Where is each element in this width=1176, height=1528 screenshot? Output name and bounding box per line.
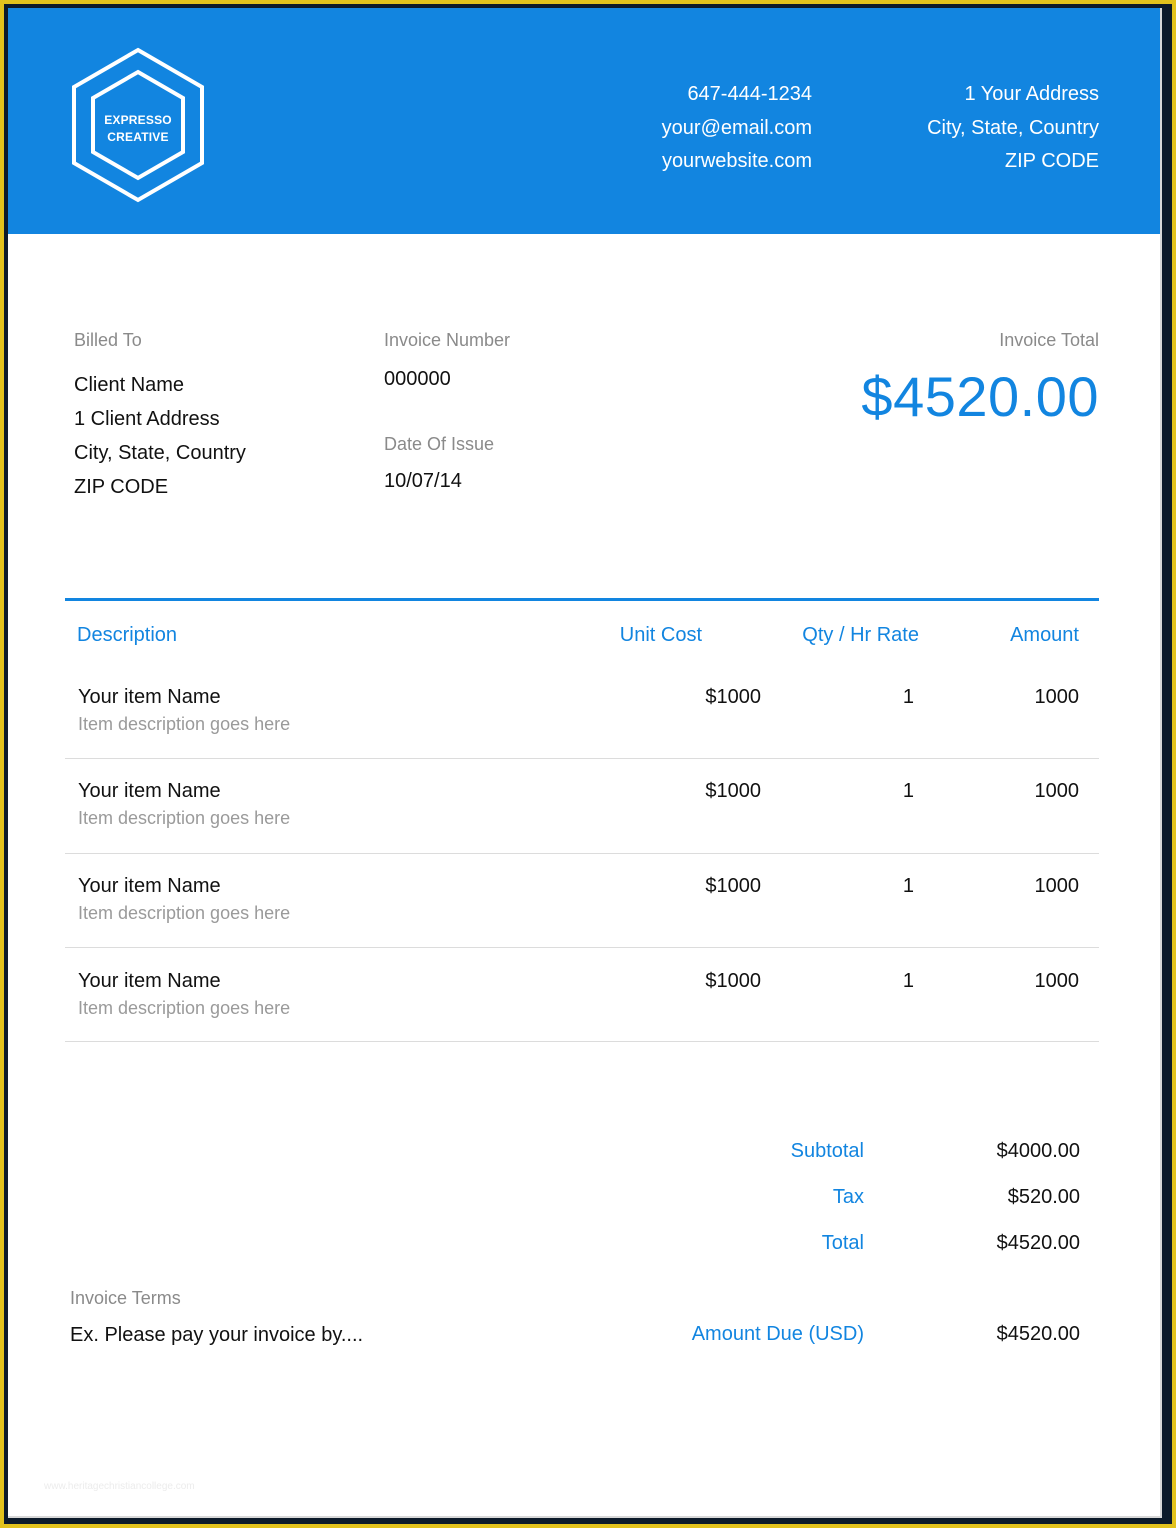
address-line2: City, State, Country (927, 116, 1099, 139)
table-row: Your item Name Item description goes her… (65, 970, 1099, 1064)
date-of-issue-label: Date Of Issue (384, 434, 495, 454)
invoice-total-label: Invoice Total (999, 330, 1099, 350)
subtotal-value: $4000.00 (996, 1140, 1080, 1162)
item-qty: 1 (902, 686, 914, 708)
invoice-header: EXPRESSO CREATIVE 647-444-1234 your@emai… (8, 8, 1160, 234)
item-name: Your item Name (78, 686, 221, 708)
invoice-number-label: Invoice Number (384, 330, 511, 350)
item-qty: 1 (902, 780, 914, 802)
date-of-issue-value: 10/07/14 (384, 470, 462, 492)
page-frame: EXPRESSO CREATIVE 647-444-1234 your@emai… (0, 0, 1176, 1528)
tax-label: Tax (832, 1186, 864, 1208)
contact-phone: 647-444-1234 (687, 83, 812, 105)
company-address: 1 Your Address City, State, Country ZIP … (927, 78, 1099, 179)
item-unit-cost: $1000 (705, 686, 761, 708)
logo-text-line1: EXPRESSO (104, 113, 172, 127)
client-zip: ZIP CODE (74, 476, 169, 498)
header-description: Description (77, 624, 178, 646)
item-qty: 1 (902, 875, 914, 897)
item-name: Your item Name (78, 875, 221, 897)
company-logo: EXPRESSO CREATIVE (68, 46, 208, 204)
item-unit-cost: $1000 (705, 875, 761, 897)
item-description: Item description goes here (78, 714, 291, 734)
invoice-page: EXPRESSO CREATIVE 647-444-1234 your@emai… (8, 8, 1162, 1518)
subtotal-label: Subtotal (790, 1140, 864, 1162)
invoice-terms-label: Invoice Terms (70, 1288, 181, 1308)
item-unit-cost: $1000 (705, 970, 761, 992)
header-unit-cost: Unit Cost (619, 624, 702, 646)
item-name: Your item Name (78, 780, 221, 802)
item-description: Item description goes here (78, 998, 291, 1018)
tax-value: $520.00 (1007, 1186, 1080, 1208)
item-unit-cost: $1000 (705, 780, 761, 802)
row-divider (65, 1041, 1099, 1042)
amount-due-value: $4520.00 (996, 1323, 1080, 1345)
total-label: Total (821, 1232, 864, 1254)
item-amount: 1000 (1034, 970, 1080, 992)
client-address1: 1 Client Address (74, 408, 220, 430)
row-divider (65, 853, 1099, 854)
row-divider (65, 947, 1099, 948)
table-top-rule (65, 598, 1099, 601)
row-divider (65, 758, 1099, 759)
billed-to-label: Billed To (74, 330, 142, 350)
address-line3: ZIP CODE (1004, 150, 1099, 172)
invoice-total-value: $4520.00 (861, 365, 1099, 428)
item-description: Item description goes here (78, 808, 291, 828)
address-line1: 1 Your Address (964, 83, 1099, 105)
amount-due-label: Amount Due (USD) (691, 1323, 864, 1345)
contact-info: 647-444-1234 your@email.com yourwebsite.… (662, 78, 812, 179)
logo-text-line2: CREATIVE (107, 130, 169, 144)
client-name: Client Name (74, 374, 185, 396)
invoice-terms-text: Ex. Please pay your invoice by.... (70, 1324, 364, 1346)
table-row: Your item Name Item description goes her… (65, 875, 1099, 969)
invoice-number-value: 000000 (384, 368, 451, 390)
contact-email: your@email.com (661, 116, 812, 139)
billed-to-block: Client Name 1 Client Address City, State… (74, 368, 246, 504)
item-description: Item description goes here (78, 903, 291, 923)
client-address2: City, State, Country (74, 442, 246, 464)
item-amount: 1000 (1034, 686, 1080, 708)
table-row: Your item Name Item description goes her… (65, 780, 1099, 874)
item-amount: 1000 (1034, 875, 1080, 897)
item-name: Your item Name (78, 970, 221, 992)
contact-website: yourwebsite.com (661, 150, 812, 172)
table-row: Your item Name Item description goes her… (65, 686, 1099, 780)
total-value: $4520.00 (996, 1232, 1080, 1254)
header-amount: Amount (1010, 624, 1079, 646)
watermark-text: www.heritagechristiancollege.com (44, 1481, 195, 1492)
header-qty: Qty / Hr Rate (802, 624, 919, 646)
item-qty: 1 (902, 970, 914, 992)
item-amount: 1000 (1034, 780, 1080, 802)
